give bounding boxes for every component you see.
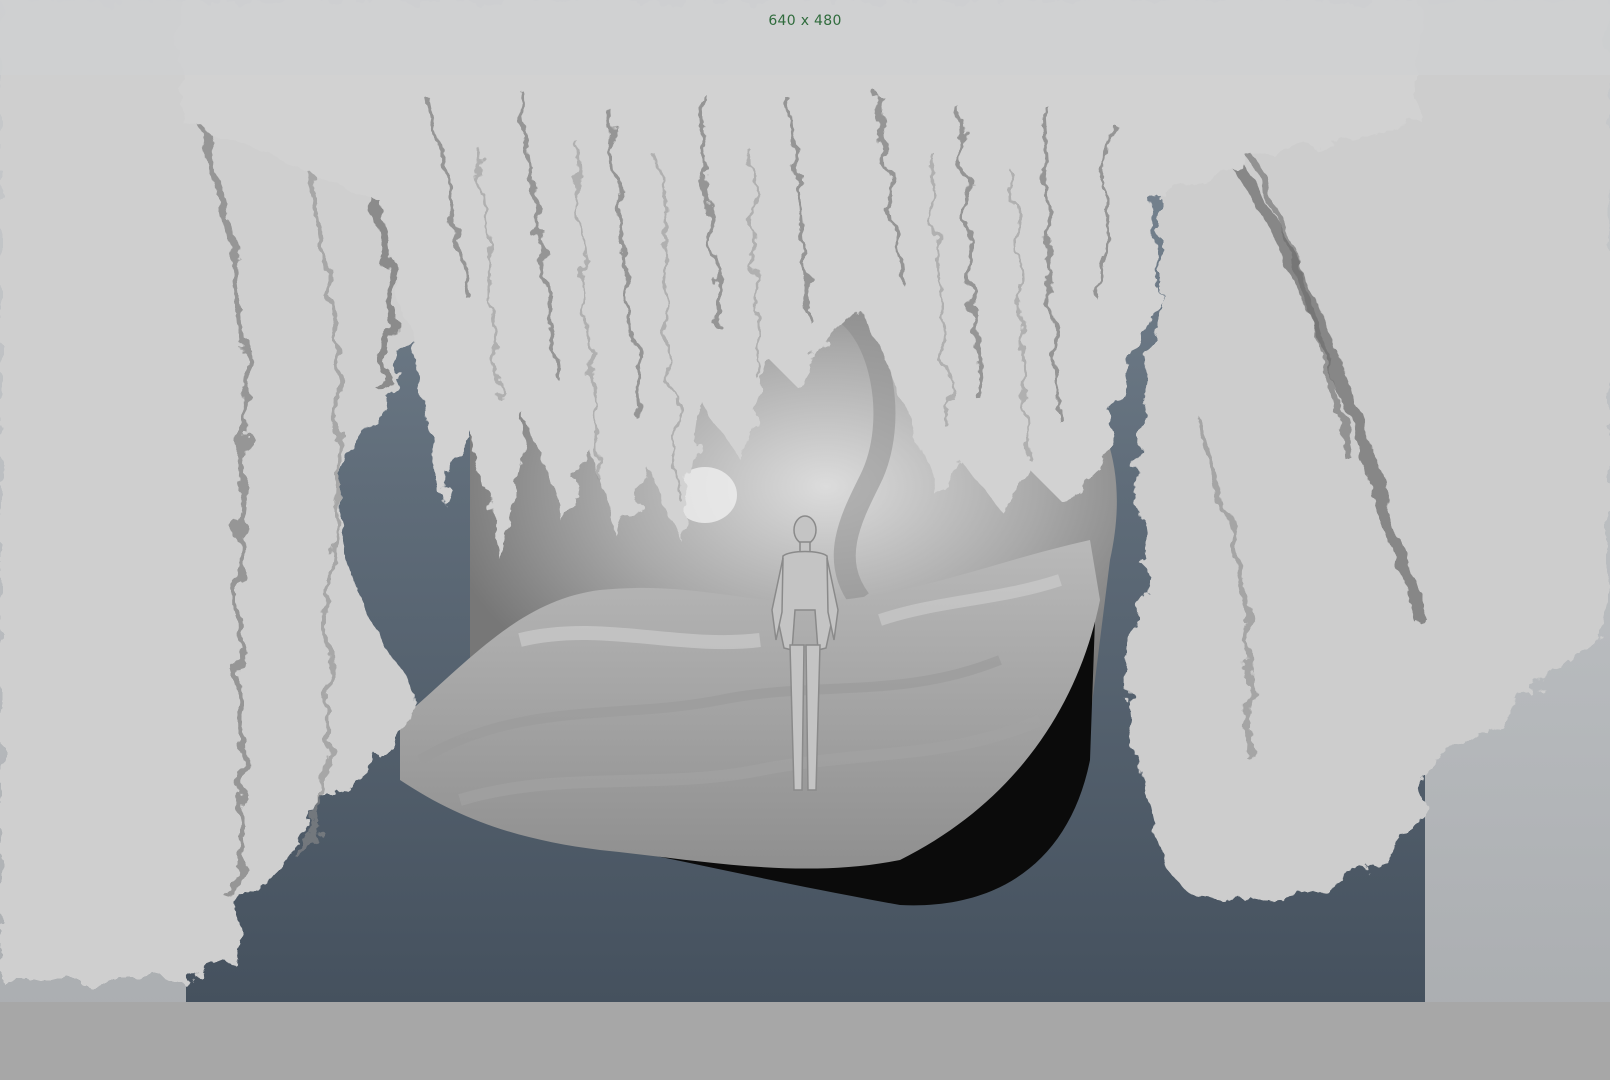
viewport-bottom-band <box>0 1002 1610 1080</box>
cave-scene[interactable] <box>0 0 1610 1080</box>
top-haze <box>0 0 1610 75</box>
3d-viewport[interactable]: 640 x 480 <box>0 0 1610 1080</box>
resolution-gate-label: 640 x 480 <box>768 13 842 29</box>
